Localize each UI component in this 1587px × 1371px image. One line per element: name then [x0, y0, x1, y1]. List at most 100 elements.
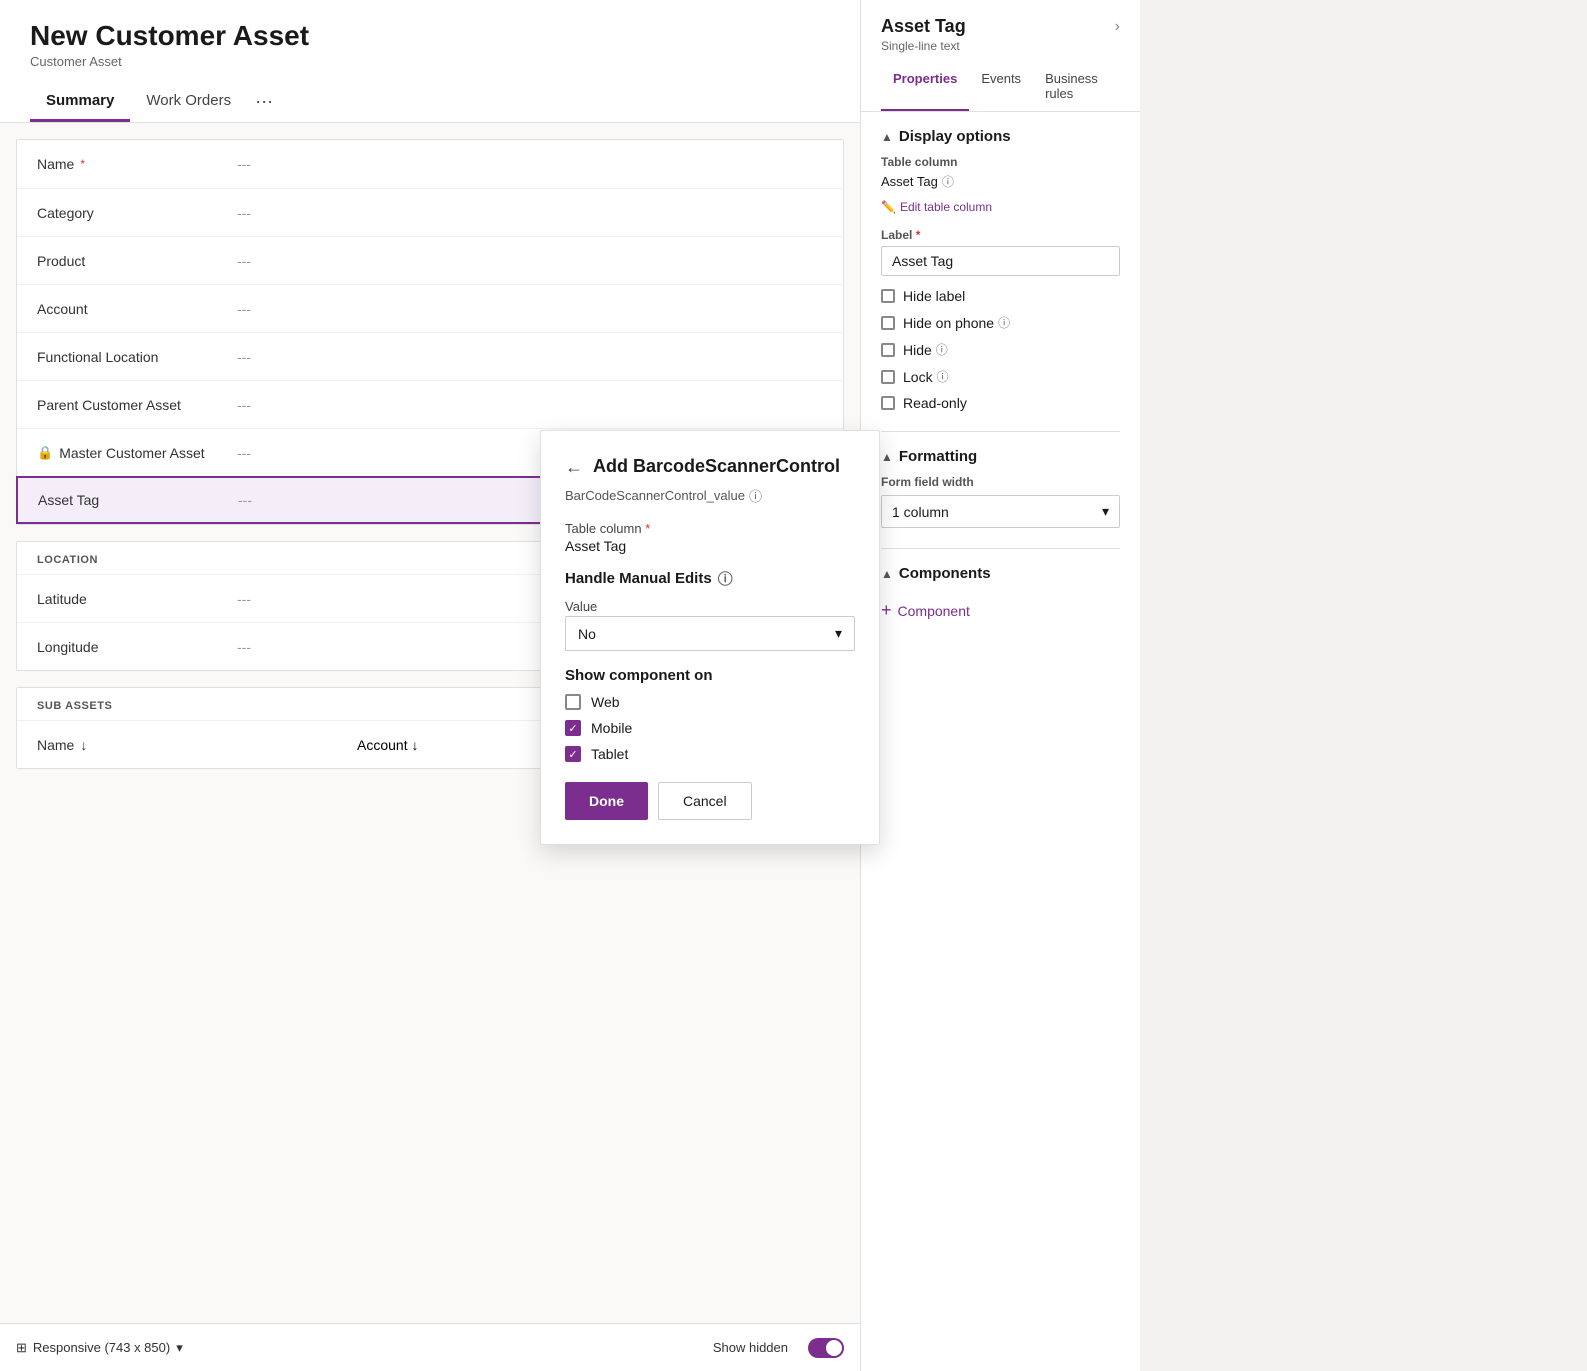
panel-label-input[interactable]: [881, 246, 1120, 276]
field-value-asset-tag: ---: [238, 492, 252, 508]
checkbox-read-only-text: Read-only: [903, 395, 967, 411]
checkbox-tablet[interactable]: ✓: [565, 746, 581, 762]
modal-back: ← Add BarcodeScannerControl: [565, 455, 855, 478]
checkbox-hide-label-text: Hide label: [903, 288, 965, 304]
checkbox-row-mobile[interactable]: ✓ Mobile: [565, 720, 855, 736]
checkbox-lock[interactable]: [881, 370, 895, 384]
hide-info-icon[interactable]: ⓘ: [936, 341, 948, 358]
pencil-icon: ✏️: [881, 200, 896, 214]
panel-section-display: ▲ Display options Table column Asset Tag…: [881, 128, 1120, 411]
modal-info-icon[interactable]: ⓘ: [749, 486, 762, 505]
checkbox-read-only[interactable]: [881, 396, 895, 410]
panel-tab-business-rules[interactable]: Business rules: [1033, 63, 1120, 111]
checkbox-hide-label[interactable]: [881, 289, 895, 303]
panel-tab-properties[interactable]: Properties: [881, 63, 969, 111]
modal-table-column-label: Table column *: [565, 521, 855, 536]
responsive-badge[interactable]: ⊞ Responsive (743 x 850) ▾: [16, 1340, 183, 1356]
modal-handle-edits-info[interactable]: ⓘ: [718, 568, 733, 589]
label-required-star: *: [916, 228, 921, 242]
checkbox-hide-on-phone-text: Hide on phone ⓘ: [903, 314, 1010, 331]
field-value-category: ---: [237, 205, 251, 221]
modal-handle-edits-label: Handle Manual Edits ⓘ: [565, 568, 855, 589]
panel-checkbox-hide-on-phone[interactable]: Hide on phone ⓘ: [881, 314, 1120, 331]
formatting-title: Formatting: [899, 448, 977, 465]
field-label-longitude: Longitude: [37, 639, 237, 655]
panel-form-field-width-value: 1 column: [892, 504, 949, 520]
lock-info-icon[interactable]: ⓘ: [937, 368, 949, 385]
field-label-latitude: Latitude: [37, 591, 237, 607]
page-subtitle: Customer Asset: [30, 54, 830, 69]
modal-table-column-value: Asset Tag: [565, 538, 855, 554]
tab-work-orders[interactable]: Work Orders: [130, 82, 247, 122]
collapse-components-icon[interactable]: ▲: [881, 567, 893, 581]
collapse-display-icon[interactable]: ▲: [881, 130, 893, 144]
lock-icon: 🔒: [37, 445, 53, 461]
form-row-name[interactable]: Name * ---: [17, 140, 843, 188]
panel-form-field-width-label: Form field width: [881, 475, 1120, 489]
panel-subtitle: Single-line text: [881, 39, 1120, 53]
panel-chevron-icon[interactable]: ›: [1115, 18, 1120, 36]
field-value-longitude: ---: [237, 639, 251, 655]
checkbox-hide-on-phone[interactable]: [881, 316, 895, 330]
form-row-product[interactable]: Product ---: [17, 236, 843, 284]
panel-table-column-value: Asset Tag ⓘ: [881, 173, 1120, 190]
panel-divider-1: [881, 431, 1120, 432]
panel-body: ▲ Display options Table column Asset Tag…: [861, 112, 1140, 1371]
checkbox-mobile[interactable]: ✓: [565, 720, 581, 736]
panel-divider-2: [881, 548, 1120, 549]
modal-done-button[interactable]: Done: [565, 782, 648, 820]
tab-more[interactable]: ···: [247, 81, 281, 122]
panel-checkbox-lock[interactable]: Lock ⓘ: [881, 368, 1120, 385]
panel-checkbox-hide[interactable]: Hide ⓘ: [881, 341, 1120, 358]
modal-cancel-button[interactable]: Cancel: [658, 782, 752, 820]
show-hidden-label: Show hidden: [713, 1340, 788, 1355]
checkbox-row-tablet[interactable]: ✓ Tablet: [565, 746, 855, 762]
modal-value-dropdown[interactable]: No ▾: [565, 616, 855, 651]
modal-subtitle: BarCodeScannerControl_value ⓘ: [565, 486, 855, 505]
main-area: New Customer Asset Customer Asset Summar…: [0, 0, 860, 1371]
panel-tab-events[interactable]: Events: [969, 63, 1033, 111]
panel-checkbox-hide-label[interactable]: Hide label: [881, 288, 1120, 304]
panel-title-row: Asset Tag ›: [881, 16, 1120, 37]
sub-assets-col-account[interactable]: Account ↓: [357, 737, 418, 753]
checkbox-mobile-label: Mobile: [591, 720, 632, 736]
field-value-functional-location: ---: [237, 349, 251, 365]
page-header: New Customer Asset Customer Asset Summar…: [0, 0, 860, 123]
display-options-title: Display options: [899, 128, 1011, 145]
sub-assets-col-name[interactable]: Name ↓: [37, 737, 237, 753]
show-hidden-toggle[interactable]: [808, 1338, 844, 1358]
form-row-category[interactable]: Category ---: [17, 188, 843, 236]
add-component-button[interactable]: + Component: [881, 592, 1120, 629]
responsive-icon: ⊞: [16, 1340, 27, 1356]
edit-table-column-link[interactable]: ✏️ Edit table column: [881, 200, 1120, 214]
form-row-functional-location[interactable]: Functional Location ---: [17, 332, 843, 380]
checkbox-web-label: Web: [591, 694, 620, 710]
modal-value-dropdown-icon: ▾: [835, 625, 842, 642]
components-title: Components: [899, 565, 991, 582]
checkbox-row-web[interactable]: Web: [565, 694, 855, 710]
required-star-name: *: [80, 157, 85, 171]
tab-summary[interactable]: Summary: [30, 82, 130, 122]
panel-form-field-width-dropdown[interactable]: 1 column ▾: [881, 495, 1120, 528]
hide-on-phone-info-icon[interactable]: ⓘ: [998, 314, 1010, 331]
table-column-info-icon[interactable]: ⓘ: [942, 173, 954, 190]
panel-form-field-width-dropdown-icon: ▾: [1102, 503, 1109, 520]
checkbox-web[interactable]: [565, 694, 581, 710]
checkbox-hide[interactable]: [881, 343, 895, 357]
tab-bar: Summary Work Orders ···: [30, 81, 830, 122]
show-component-title: Show component on: [565, 667, 855, 684]
collapse-formatting-icon[interactable]: ▲: [881, 450, 893, 464]
panel-label-field-row: Label *: [881, 226, 1120, 242]
field-label-master-customer-asset: 🔒 Master Customer Asset: [37, 445, 237, 461]
plus-icon: +: [881, 600, 892, 621]
field-value-name: ---: [237, 156, 251, 172]
panel-checkbox-read-only[interactable]: Read-only: [881, 395, 1120, 411]
bottom-bar: ⊞ Responsive (743 x 850) ▾ Show hidden: [0, 1323, 860, 1371]
form-row-account[interactable]: Account ---: [17, 284, 843, 332]
panel-title: Asset Tag: [881, 16, 966, 37]
field-value-account: ---: [237, 301, 251, 317]
modal-back-button[interactable]: ←: [565, 457, 583, 478]
panel-header: Asset Tag › Single-line text Properties …: [861, 0, 1140, 112]
checkbox-lock-text: Lock ⓘ: [903, 368, 949, 385]
form-row-parent-customer-asset[interactable]: Parent Customer Asset ---: [17, 380, 843, 428]
